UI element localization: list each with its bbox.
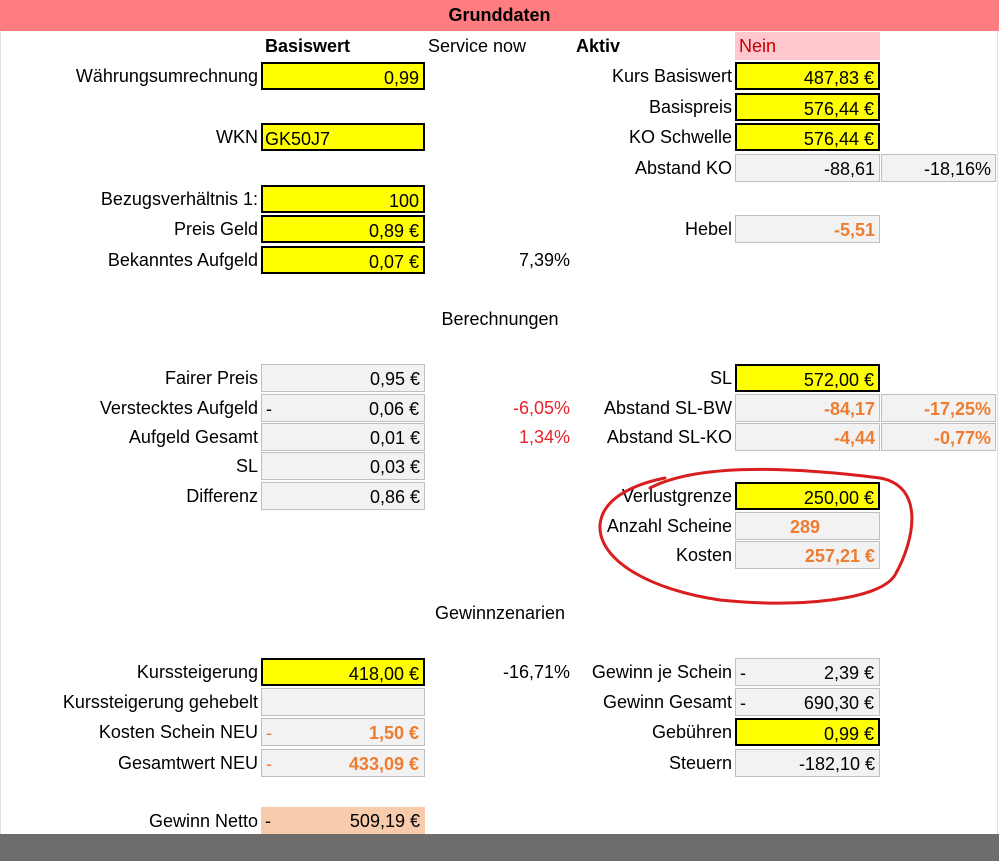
bezug-label: Bezugsverhältnis 1: bbox=[100, 189, 258, 209]
minus-prefix: - bbox=[266, 399, 272, 419]
kurssteigerung-percent: -16,71% bbox=[502, 662, 570, 682]
abstand-sl-ko-percent[interactable]: -0,77% bbox=[881, 423, 996, 451]
gebuehren-input[interactable]: 0,99 € bbox=[735, 718, 880, 746]
abstand-sl-bw-percent[interactable]: -17,25% bbox=[881, 394, 996, 422]
versteckt-percent: -6,05% bbox=[512, 398, 570, 418]
sl-right-label: SL bbox=[709, 368, 732, 388]
minus-prefix: - bbox=[266, 723, 272, 743]
gewinn-netto-label: Gewinn Netto bbox=[148, 811, 258, 831]
gewinn-netto-value-cell[interactable]: - 509,19 € bbox=[261, 807, 425, 835]
versteckt-value-cell[interactable]: - 0,06 € bbox=[261, 394, 425, 422]
kurs-basiswert-label: Kurs Basiswert bbox=[611, 66, 732, 86]
basiswert-header: Basiswert bbox=[265, 36, 351, 56]
minus-prefix: - bbox=[740, 663, 746, 683]
abstand-ko-value[interactable]: -88,61 bbox=[735, 154, 880, 182]
gesamtwert-value: 433,09 € bbox=[348, 754, 419, 774]
gehebelt-value[interactable] bbox=[261, 688, 425, 716]
abstand-sl-ko-value[interactable]: -4,44 bbox=[735, 423, 880, 451]
kosten-label: Kosten bbox=[675, 545, 732, 565]
preis-input[interactable]: 0,89 € bbox=[261, 215, 425, 243]
aktiv-value-cell[interactable]: Nein bbox=[735, 32, 880, 60]
kosten-neu-label: Kosten Schein NEU bbox=[98, 722, 258, 742]
berechnungen-title: Berechnungen bbox=[441, 309, 559, 329]
gewinn-je-schein-cell[interactable]: - 2,39 € bbox=[735, 658, 880, 686]
sl-right-input[interactable]: 572,00 € bbox=[735, 364, 880, 392]
gewinn-netto-value: 509,19 € bbox=[349, 811, 420, 831]
minus-prefix: - bbox=[740, 693, 746, 713]
kosten-neu-value-cell[interactable]: - 1,50 € bbox=[261, 718, 425, 746]
gehebelt-label: Kurssteigerung gehebelt bbox=[62, 692, 258, 712]
section-header: Grunddaten bbox=[0, 0, 999, 31]
gesamtwert-value-cell[interactable]: - 433,09 € bbox=[261, 749, 425, 777]
waehrung-label: Währungsumrechnung bbox=[75, 66, 258, 86]
service-label: Service now bbox=[428, 36, 527, 56]
differenz-label: Differenz bbox=[186, 486, 258, 506]
abstand-ko-label: Abstand KO bbox=[634, 158, 732, 178]
bottom-bar bbox=[0, 834, 999, 861]
versteckt-label: Verstecktes Aufgeld bbox=[99, 398, 258, 418]
column-gridline bbox=[997, 31, 998, 834]
aufgeld-input[interactable]: 0,07 € bbox=[261, 246, 425, 274]
aktiv-label: Aktiv bbox=[576, 36, 621, 56]
kurs-basiswert-input[interactable]: 487,83 € bbox=[735, 62, 880, 90]
sl-left-value[interactable]: 0,03 € bbox=[261, 452, 425, 480]
aufgeld-percent: 7,39% bbox=[518, 250, 570, 270]
kosten-value[interactable]: 257,21 € bbox=[735, 541, 880, 569]
aufgeld-gesamt-label: Aufgeld Gesamt bbox=[128, 427, 258, 447]
aufgeld-gesamt-percent: 1,34% bbox=[518, 427, 570, 447]
aufgeld-gesamt-value[interactable]: 0,01 € bbox=[261, 423, 425, 451]
gewinn-gesamt-value: 690,30 € bbox=[803, 693, 874, 713]
gewinn-je-schein-label: Gewinn je Schein bbox=[591, 662, 732, 682]
gewinn-title: Gewinnzenarien bbox=[434, 603, 566, 623]
hebel-label: Hebel bbox=[684, 219, 732, 239]
kurssteigerung-input[interactable]: 418,00 € bbox=[261, 658, 425, 686]
preis-label: Preis Geld bbox=[173, 219, 258, 239]
gesamtwert-label: Gesamtwert NEU bbox=[117, 753, 258, 773]
anzahl-scheine-label: Anzahl Scheine bbox=[606, 516, 732, 536]
hebel-value[interactable]: -5,51 bbox=[735, 215, 880, 243]
anzahl-scheine-value[interactable]: 289 bbox=[735, 512, 880, 540]
gewinn-gesamt-cell[interactable]: - 690,30 € bbox=[735, 688, 880, 716]
wkn-input[interactable]: GK50J7 bbox=[261, 123, 425, 151]
versteckt-value: 0,06 € bbox=[368, 399, 419, 419]
kosten-neu-value: 1,50 € bbox=[368, 723, 419, 743]
abstand-sl-bw-value[interactable]: -84,17 bbox=[735, 394, 880, 422]
gewinn-gesamt-label: Gewinn Gesamt bbox=[602, 692, 732, 712]
bezug-input[interactable]: 100 bbox=[261, 185, 425, 213]
fairer-preis-label: Fairer Preis bbox=[164, 368, 258, 388]
steuern-label: Steuern bbox=[668, 753, 732, 773]
column-gridline bbox=[0, 31, 1, 834]
abstand-sl-bw-label: Abstand SL-BW bbox=[603, 398, 732, 418]
aufgeld-label: Bekanntes Aufgeld bbox=[107, 250, 258, 270]
minus-prefix: - bbox=[265, 811, 271, 831]
abstand-ko-percent[interactable]: -18,16% bbox=[881, 154, 996, 182]
basispreis-label: Basispreis bbox=[648, 97, 732, 117]
differenz-value[interactable]: 0,86 € bbox=[261, 482, 425, 510]
verlustgrenze-input[interactable]: 250,00 € bbox=[735, 482, 880, 510]
minus-prefix: - bbox=[266, 754, 272, 774]
ko-schwelle-input[interactable]: 576,44 € bbox=[735, 123, 880, 151]
gewinn-je-schein-value: 2,39 € bbox=[823, 663, 874, 683]
fairer-preis-value[interactable]: 0,95 € bbox=[261, 364, 425, 392]
waehrung-input[interactable]: 0,99 bbox=[261, 62, 425, 90]
kurssteigerung-label: Kurssteigerung bbox=[136, 662, 258, 682]
sl-left-label: SL bbox=[235, 456, 258, 476]
basispreis-input[interactable]: 576,44 € bbox=[735, 93, 880, 121]
ko-schwelle-label: KO Schwelle bbox=[628, 127, 732, 147]
wkn-label: WKN bbox=[216, 127, 258, 147]
gebuehren-label: Gebühren bbox=[651, 722, 732, 742]
steuern-value[interactable]: -182,10 € bbox=[735, 749, 880, 777]
verlustgrenze-label: Verlustgrenze bbox=[621, 486, 732, 506]
abstand-sl-ko-label: Abstand SL-KO bbox=[606, 427, 732, 447]
